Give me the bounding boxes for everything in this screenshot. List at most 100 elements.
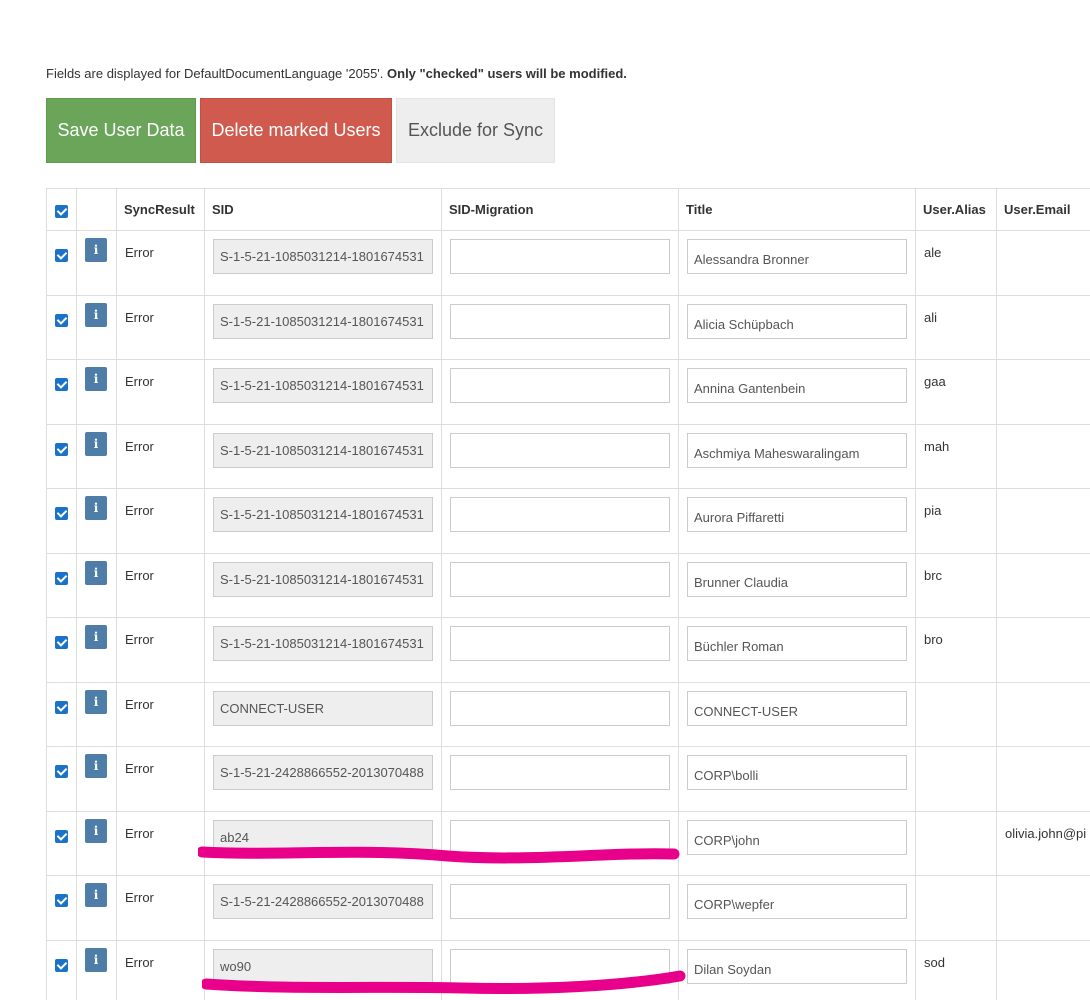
info-message-text: Fields are displayed for DefaultDocument… bbox=[46, 66, 388, 81]
sid-migration-input[interactable] bbox=[450, 432, 670, 468]
sid-migration-input[interactable] bbox=[450, 303, 670, 339]
table-row: i Error S-1-5-21-1085031214-1801674531 Anni… bbox=[46, 359, 1090, 425]
info-button[interactable]: i bbox=[85, 238, 107, 262]
sid-migration-input[interactable] bbox=[450, 819, 670, 855]
title-input[interactable]: Annina Gantenbein bbox=[687, 368, 907, 403]
title-cell: Brunner Claudia bbox=[678, 552, 916, 618]
info-button[interactable]: i bbox=[85, 947, 107, 972]
sid-migration-input[interactable] bbox=[450, 626, 670, 661]
user-email-text bbox=[997, 747, 1090, 761]
user-email-text bbox=[997, 231, 1090, 245]
row-select-checkbox[interactable] bbox=[55, 700, 68, 714]
row-select-checkbox[interactable] bbox=[55, 636, 68, 649]
email-cell: olivia.john@pi bbox=[996, 810, 1090, 876]
alias-cell: mah bbox=[915, 423, 997, 489]
sid-migration-cell bbox=[441, 552, 679, 618]
sid-migration-cell bbox=[441, 294, 679, 360]
sid-migration-input[interactable] bbox=[450, 368, 670, 403]
sid-cell: S-1-5-21-1085031214-1801674531 bbox=[204, 294, 442, 360]
sid-migration-input[interactable] bbox=[450, 239, 670, 274]
alias-cell: gaa bbox=[915, 359, 997, 425]
title-input[interactable]: Alessandra Bronner bbox=[687, 239, 907, 274]
info-message-emphasis: Only "checked" users will be modified. bbox=[387, 66, 627, 81]
alias-cell: sod bbox=[915, 939, 997, 1000]
title-input[interactable]: CORP\wepfer bbox=[687, 884, 907, 919]
title-cell: CORP\bolli bbox=[678, 746, 916, 812]
row-select-checkbox[interactable] bbox=[55, 829, 68, 843]
sid-cell: wo90 bbox=[204, 939, 442, 1000]
row-select-checkbox[interactable] bbox=[55, 507, 68, 520]
title-input[interactable]: CONNECT-USER bbox=[687, 690, 907, 726]
row-select-checkbox[interactable] bbox=[55, 249, 68, 262]
row-select-cell bbox=[46, 681, 77, 747]
sid-field: wo90 bbox=[213, 948, 433, 984]
info-button[interactable]: i bbox=[85, 754, 107, 778]
alias-cell: brc bbox=[915, 552, 997, 618]
row-select-checkbox[interactable] bbox=[55, 313, 68, 327]
info-button[interactable]: i bbox=[85, 302, 107, 327]
info-button[interactable]: i bbox=[85, 625, 107, 649]
user-alias-text: ali bbox=[924, 309, 938, 325]
row-select-checkbox[interactable] bbox=[55, 958, 68, 972]
info-button[interactable]: i bbox=[85, 496, 107, 520]
title-input[interactable]: CORP\bolli bbox=[687, 755, 907, 790]
sid-migration-input[interactable] bbox=[450, 497, 670, 532]
header-user-alias[interactable]: User.Alias bbox=[915, 188, 997, 231]
sid-migration-input[interactable] bbox=[450, 948, 670, 984]
title-input[interactable]: Brunner Claudia bbox=[687, 561, 907, 597]
user-alias-text: ale bbox=[924, 245, 942, 260]
sid-migration-input[interactable] bbox=[450, 690, 670, 726]
sid-migration-input[interactable] bbox=[450, 884, 670, 919]
info-button[interactable]: i bbox=[85, 883, 107, 907]
user-alias-text bbox=[916, 747, 996, 761]
sid-cell: CONNECT-USER bbox=[204, 681, 442, 747]
info-button[interactable]: i bbox=[85, 431, 107, 456]
row-info-cell: i bbox=[76, 423, 117, 489]
delete-marked-users-button[interactable]: Delete marked Users bbox=[200, 98, 392, 163]
sid-field: S-1-5-21-1085031214-1801674531 bbox=[213, 561, 433, 597]
save-user-data-button[interactable]: Save User Data bbox=[46, 98, 196, 163]
sid-migration-input[interactable] bbox=[450, 561, 670, 597]
user-email-text bbox=[997, 360, 1090, 374]
exclude-for-sync-button[interactable]: Exclude for Sync bbox=[396, 98, 555, 163]
row-select-checkbox[interactable] bbox=[55, 442, 68, 456]
select-all-header bbox=[46, 188, 77, 231]
sid-cell: S-1-5-21-1085031214-1801674531 bbox=[204, 617, 442, 683]
row-select-cell bbox=[46, 230, 77, 296]
user-email-text bbox=[997, 876, 1090, 890]
info-button[interactable]: i bbox=[85, 818, 107, 843]
title-input[interactable]: CORP\john bbox=[687, 819, 907, 855]
header-syncresult[interactable]: SyncResult bbox=[116, 188, 205, 231]
header-sid-migration[interactable]: SID-Migration bbox=[441, 188, 679, 231]
sid-migration-cell bbox=[441, 746, 679, 812]
header-title[interactable]: Title bbox=[678, 188, 916, 231]
row-select-checkbox[interactable] bbox=[55, 765, 68, 778]
row-select-checkbox[interactable] bbox=[55, 571, 68, 585]
table-row: i Error S-1-5-21-1085031214-1801674531 Alic… bbox=[46, 294, 1090, 360]
info-button[interactable]: i bbox=[85, 367, 107, 391]
title-input[interactable]: Aurora Piffaretti bbox=[687, 497, 907, 532]
user-alias-text: mah bbox=[924, 438, 950, 454]
user-email-text: olivia.john@pi bbox=[1005, 825, 1087, 841]
sid-migration-cell bbox=[441, 359, 679, 425]
email-cell bbox=[996, 423, 1090, 489]
user-email-text bbox=[997, 296, 1090, 310]
title-cell: Alessandra Bronner bbox=[678, 230, 916, 296]
table-row: i Error S-1-5-21-1085031214-1801674531 Brun… bbox=[46, 552, 1090, 618]
title-input[interactable]: Büchler Roman bbox=[687, 626, 907, 661]
title-input[interactable]: Alicia Schüpbach bbox=[687, 303, 907, 339]
title-cell: Alicia Schüpbach bbox=[678, 294, 916, 360]
row-select-checkbox[interactable] bbox=[55, 378, 68, 391]
sid-migration-input[interactable] bbox=[450, 755, 670, 790]
info-button[interactable]: i bbox=[85, 560, 107, 585]
row-select-checkbox[interactable] bbox=[55, 894, 68, 907]
header-user-email[interactable]: User.Email bbox=[996, 188, 1090, 231]
sync-result-text: Error bbox=[125, 374, 154, 389]
title-input[interactable]: Aschmiya Maheswaralingam bbox=[687, 432, 907, 468]
info-header bbox=[76, 188, 117, 231]
header-sid[interactable]: SID bbox=[204, 188, 442, 231]
select-all-checkbox[interactable] bbox=[55, 204, 68, 218]
row-info-cell: i bbox=[76, 875, 117, 941]
info-button[interactable]: i bbox=[85, 689, 107, 714]
title-input[interactable]: Dilan Soydan bbox=[687, 948, 907, 984]
